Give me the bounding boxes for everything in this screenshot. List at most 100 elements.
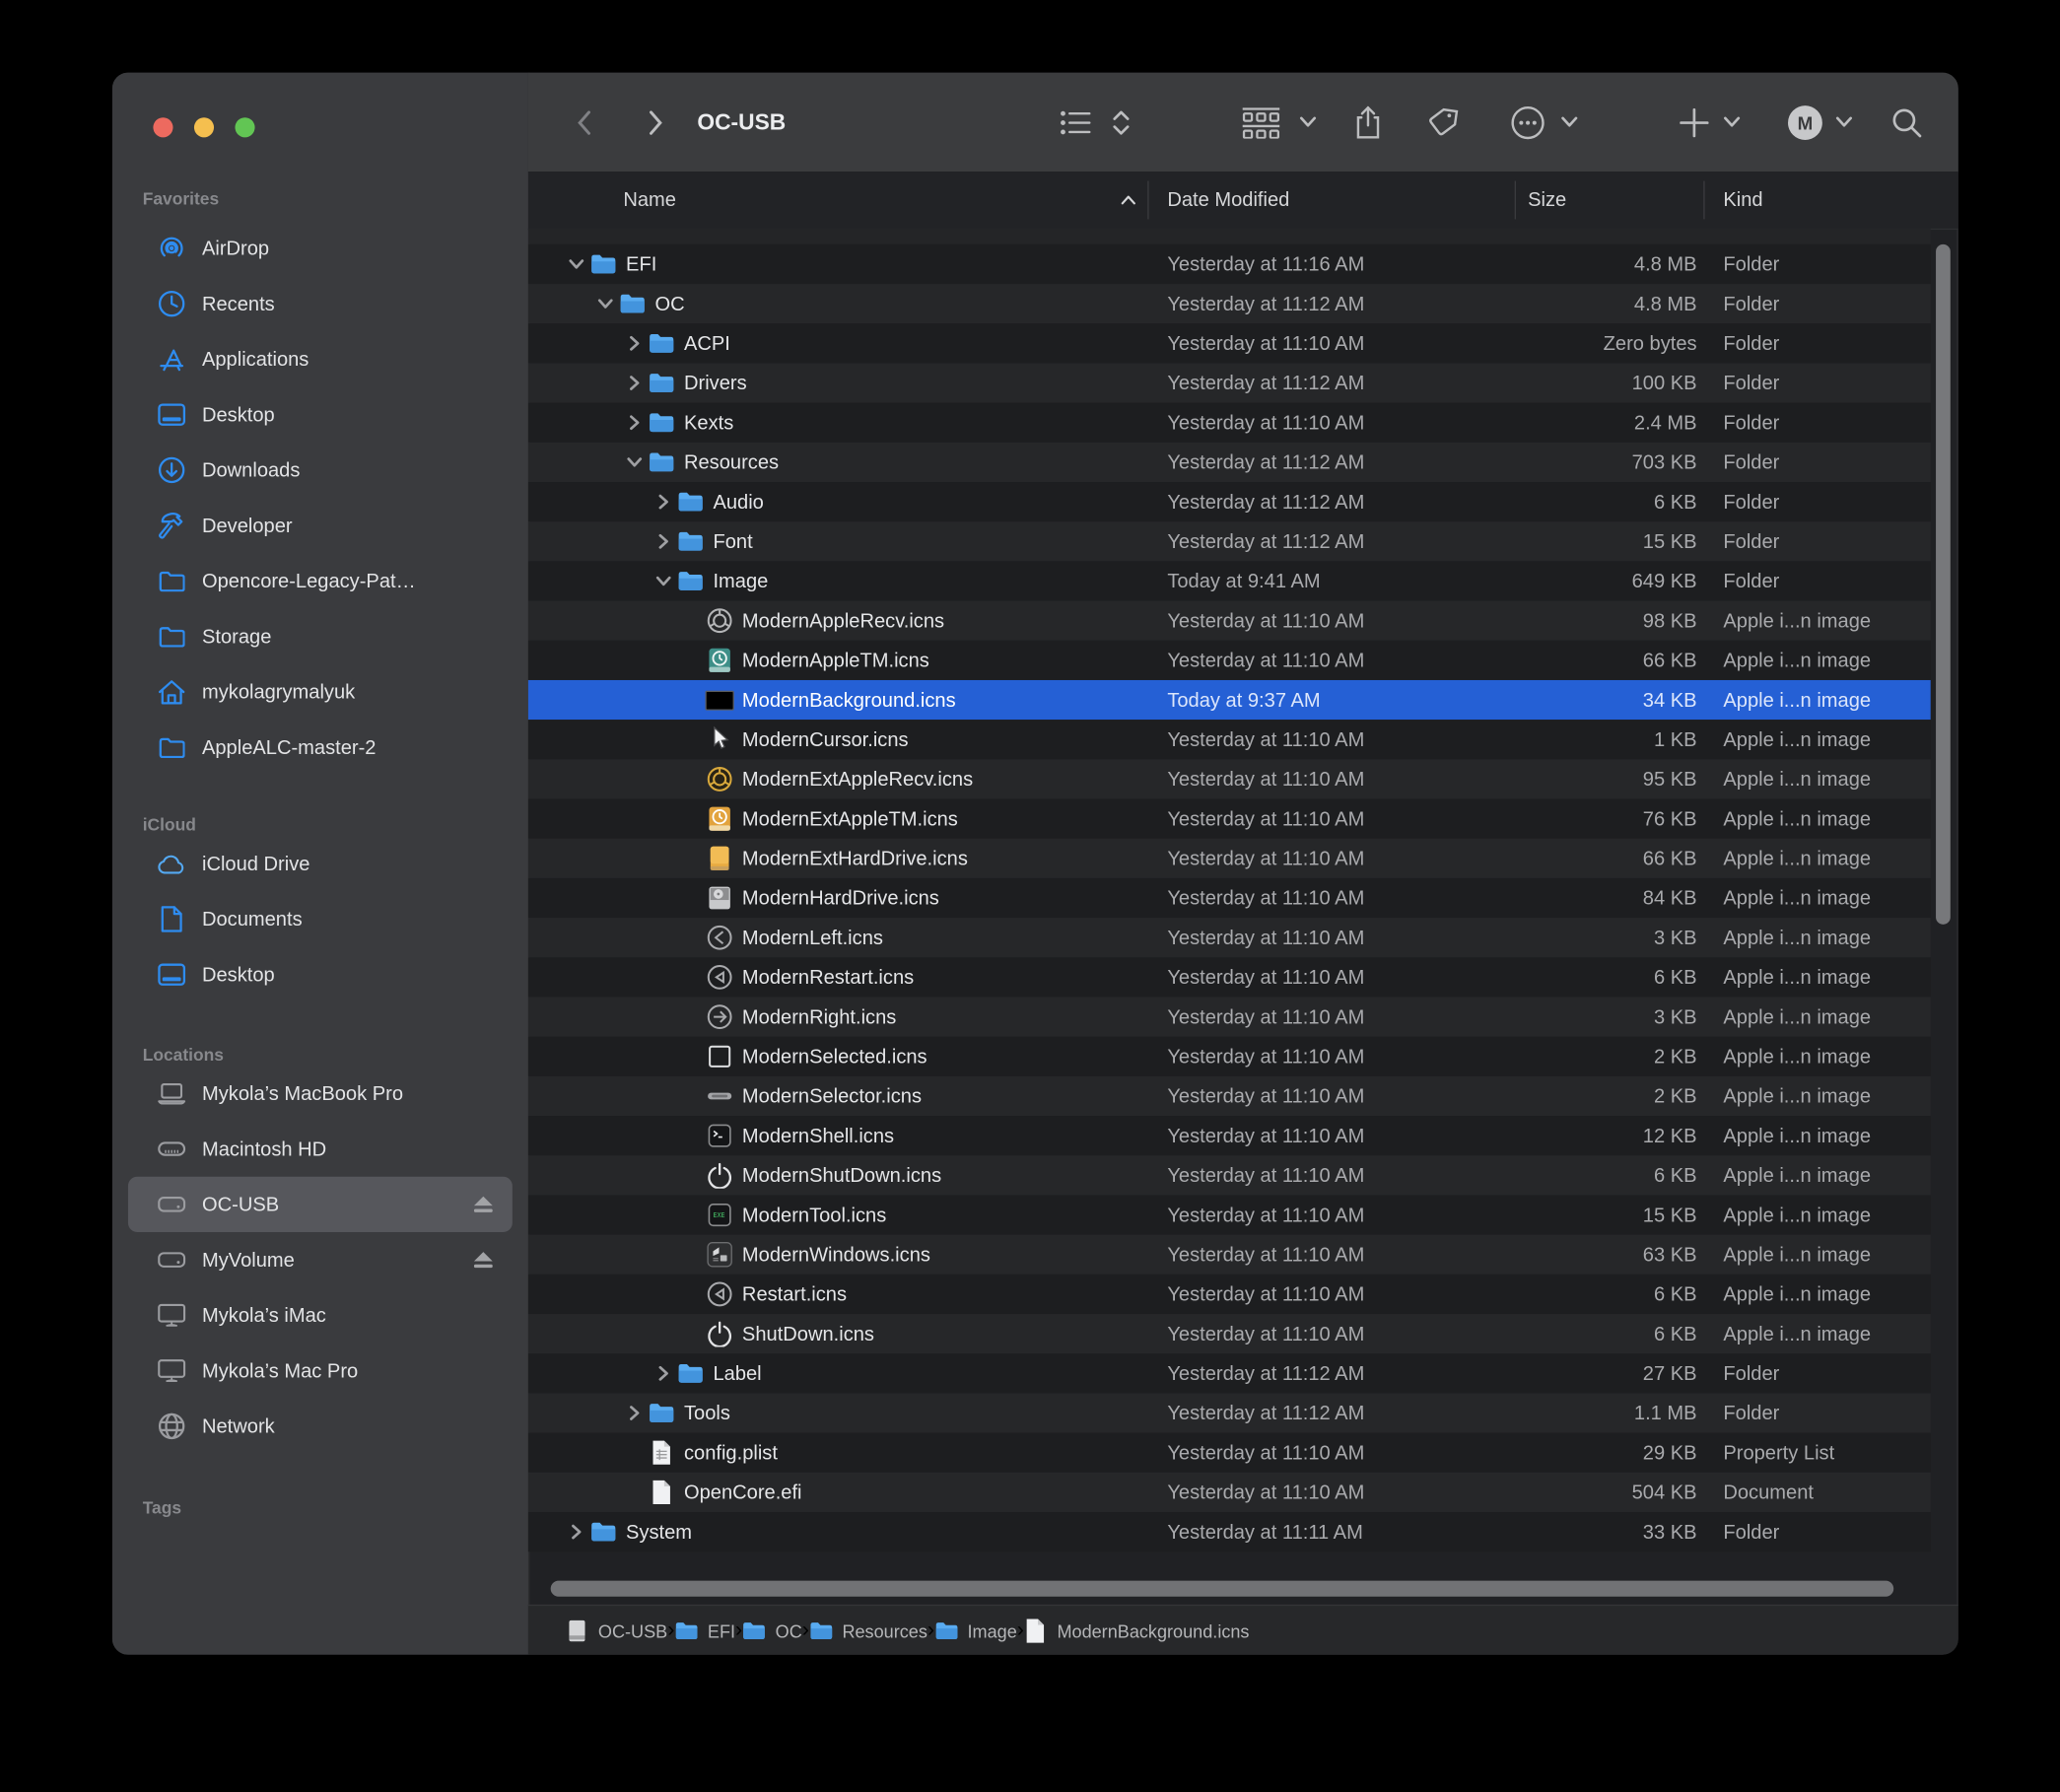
column-date-modified[interactable]: Date Modified <box>1167 172 1289 229</box>
close-button[interactable] <box>153 117 172 137</box>
file-row-shutdown-icns[interactable]: ShutDown.icnsYesterday at 11:10 AM6 KBAp… <box>528 1314 1931 1353</box>
account-chevron-icon[interactable] <box>1833 73 1854 172</box>
account-avatar[interactable]: M <box>1785 73 1824 172</box>
sidebar-item-mykolagrymalyuk[interactable]: mykolagrymalyuk <box>128 664 513 720</box>
sidebar-item-mykola-s-mac-pro[interactable]: Mykola’s Mac Pro <box>128 1344 513 1399</box>
path-segment-resources[interactable]: Resources <box>809 1620 927 1643</box>
disclosure-collapsed-icon[interactable] <box>652 494 673 510</box>
eject-icon[interactable] <box>473 1251 494 1270</box>
file-row-oc[interactable]: OCYesterday at 11:12 AM4.8 MBFolder <box>528 284 1931 323</box>
path-segment-efi[interactable]: EFI <box>674 1620 735 1643</box>
vertical-scrollbar[interactable] <box>1936 244 1951 925</box>
group-by-chevron-icon[interactable] <box>1297 73 1318 172</box>
eject-icon[interactable] <box>473 1195 494 1213</box>
sidebar-item-network[interactable]: Network <box>128 1399 513 1454</box>
column-size[interactable]: Size <box>1528 172 1566 229</box>
file-row-drivers[interactable]: DriversYesterday at 11:12 AM100 KBFolder <box>528 363 1931 402</box>
file-row-modernappletm-icns[interactable]: ModernAppleTM.icnsYesterday at 11:10 AM6… <box>528 641 1931 680</box>
file-row-modernapplerecv-icns[interactable]: ModernAppleRecv.icnsYesterday at 11:10 A… <box>528 601 1931 641</box>
file-row-modernshell-icns[interactable]: ModernShell.icnsYesterday at 11:10 AM12 … <box>528 1116 1931 1155</box>
path-segment-oc-usb[interactable]: OC-USB <box>565 1620 667 1643</box>
sidebar-item-recents[interactable]: Recents <box>128 276 513 331</box>
file-row-config-plist[interactable]: config.plistYesterday at 11:10 AM29 KBPr… <box>528 1433 1931 1473</box>
column-divider[interactable] <box>1703 181 1704 220</box>
sidebar-item-macintosh-hd[interactable]: Macintosh HD <box>128 1121 513 1176</box>
file-row-modernextappletm-icns[interactable]: ModernExtAppleTM.icnsYesterday at 11:10 … <box>528 799 1931 839</box>
file-row-modernrestart-icns[interactable]: ModernRestart.icnsYesterday at 11:10 AM6… <box>528 957 1931 997</box>
file-row-acpi[interactable]: ACPIYesterday at 11:10 AMZero bytesFolde… <box>528 323 1931 363</box>
disclosure-expanded-icon[interactable] <box>623 454 644 470</box>
file-row-moderntool-icns[interactable]: EXEModernTool.icnsYesterday at 11:10 AM1… <box>528 1195 1931 1234</box>
column-divider[interactable] <box>1147 181 1148 220</box>
file-row-moderncursor-icns[interactable]: ModernCursor.icnsYesterday at 11:10 AM1 … <box>528 720 1931 759</box>
more-options-icon[interactable] <box>1508 73 1547 172</box>
new-folder-chevron-icon[interactable] <box>1721 73 1742 172</box>
sidebar-item-documents[interactable]: Documents <box>128 891 513 946</box>
list-view-icon[interactable] <box>1057 73 1096 172</box>
file-row-modernbackground-icns[interactable]: ModernBackground.icnsToday at 9:37 AM34 … <box>528 680 1931 720</box>
sidebar-item-developer[interactable]: Developer <box>128 498 513 553</box>
file-row-font[interactable]: FontYesterday at 11:12 AM15 KBFolder <box>528 521 1931 561</box>
sidebar-item-oc-usb[interactable]: OC-USB <box>128 1177 513 1232</box>
search-icon[interactable] <box>1888 73 1926 172</box>
tag-icon[interactable] <box>1426 73 1464 172</box>
view-sort-chevrons-icon[interactable] <box>1109 73 1133 172</box>
sidebar-item-airdrop[interactable]: AirDrop <box>128 221 513 276</box>
column-name[interactable]: Name <box>623 172 676 229</box>
disclosure-expanded-icon[interactable] <box>565 256 585 272</box>
sidebar-item-downloads[interactable]: Downloads <box>128 443 513 498</box>
file-row-modernextapplerecv-icns[interactable]: ModernExtAppleRecv.icnsYesterday at 11:1… <box>528 759 1931 798</box>
group-by-icon[interactable] <box>1239 73 1284 172</box>
file-row-kexts[interactable]: KextsYesterday at 11:10 AM2.4 MBFolder <box>528 403 1931 443</box>
sidebar-item-myvolume[interactable]: MyVolume <box>128 1232 513 1287</box>
sidebar-item-mykola-s-imac[interactable]: Mykola’s iMac <box>128 1287 513 1343</box>
file-row-opencore-efi[interactable]: OpenCore.efiYesterday at 11:10 AM504 KBD… <box>528 1473 1931 1512</box>
new-folder-plus-icon[interactable] <box>1677 73 1711 172</box>
sidebar-item-mykola-s-macbook-pro[interactable]: Mykola’s MacBook Pro <box>128 1066 513 1121</box>
disclosure-collapsed-icon[interactable] <box>623 335 644 351</box>
path-segment-oc[interactable]: OC <box>742 1620 802 1643</box>
file-row-modernright-icns[interactable]: ModernRight.icnsYesterday at 11:10 AM3 K… <box>528 998 1931 1037</box>
sidebar-item-icloud-drive[interactable]: iCloud Drive <box>128 836 513 891</box>
disclosure-collapsed-icon[interactable] <box>565 1524 585 1540</box>
file-row-system[interactable]: SystemYesterday at 11:11 AM33 KBFolder <box>528 1512 1931 1551</box>
file-row-efi[interactable]: EFIYesterday at 11:16 AM4.8 MBFolder <box>528 244 1931 284</box>
file-row-modernharddrive-icns[interactable]: ModernHardDrive.icnsYesterday at 11:10 A… <box>528 878 1931 918</box>
file-row-modernleft-icns[interactable]: ModernLeft.icnsYesterday at 11:10 AM3 KB… <box>528 918 1931 957</box>
disclosure-collapsed-icon[interactable] <box>623 1405 644 1420</box>
file-row-tools[interactable]: ToolsYesterday at 11:12 AM1.1 MBFolder <box>528 1393 1931 1432</box>
disclosure-collapsed-icon[interactable] <box>623 375 644 390</box>
file-row-audio[interactable]: AudioYesterday at 11:12 AM6 KBFolder <box>528 482 1931 521</box>
file-row-restart-icns[interactable]: Restart.icnsYesterday at 11:10 AM6 KBApp… <box>528 1275 1931 1314</box>
file-row-modernselected-icns[interactable]: ModernSelected.icnsYesterday at 11:10 AM… <box>528 1037 1931 1076</box>
column-divider[interactable] <box>1515 181 1516 220</box>
file-row-image[interactable]: ImageToday at 9:41 AM649 KBFolder <box>528 561 1931 600</box>
forward-button[interactable] <box>641 73 672 172</box>
file-row-label[interactable]: LabelYesterday at 11:12 AM27 KBFolder <box>528 1353 1931 1393</box>
sidebar-item-desktop[interactable]: Desktop <box>128 387 513 443</box>
back-button[interactable] <box>568 73 599 172</box>
file-row-modernselector-icns[interactable]: ModernSelector.icnsYesterday at 11:10 AM… <box>528 1076 1931 1116</box>
disclosure-collapsed-icon[interactable] <box>623 415 644 431</box>
sidebar-item-desktop[interactable]: Desktop <box>128 947 513 1002</box>
file-row-modernwindows-icns[interactable]: ModernWindows.icnsYesterday at 11:10 AM6… <box>528 1235 1931 1275</box>
sidebar-item-applications[interactable]: Applications <box>128 331 513 386</box>
more-options-chevron-icon[interactable] <box>1558 73 1579 172</box>
sidebar-item-applealc-master-2[interactable]: AppleALC-master-2 <box>128 720 513 775</box>
disclosure-collapsed-icon[interactable] <box>652 1365 673 1381</box>
column-kind[interactable]: Kind <box>1723 172 1762 229</box>
file-row-modernshutdown-icns[interactable]: ModernShutDown.icnsYesterday at 11:10 AM… <box>528 1155 1931 1195</box>
horizontal-scrollbar[interactable] <box>551 1581 1894 1597</box>
disclosure-expanded-icon[interactable] <box>594 296 615 311</box>
share-icon[interactable] <box>1349 73 1387 172</box>
minimize-button[interactable] <box>194 117 214 137</box>
disclosure-collapsed-icon[interactable] <box>652 533 673 549</box>
file-row-modernextharddrive-icns[interactable]: ModernExtHardDrive.icnsYesterday at 11:1… <box>528 839 1931 878</box>
path-segment-image[interactable]: Image <box>934 1620 1017 1643</box>
disclosure-expanded-icon[interactable] <box>652 573 673 588</box>
file-row-resources[interactable]: ResourcesYesterday at 11:12 AM703 KBFold… <box>528 443 1931 482</box>
zoom-button[interactable] <box>235 117 254 137</box>
sidebar-item-opencore-legacy-pat-[interactable]: Opencore-Legacy-Pat… <box>128 553 513 608</box>
path-segment-modernbackground-icns[interactable]: ModernBackground.icns <box>1024 1620 1250 1643</box>
sidebar-item-storage[interactable]: Storage <box>128 609 513 664</box>
